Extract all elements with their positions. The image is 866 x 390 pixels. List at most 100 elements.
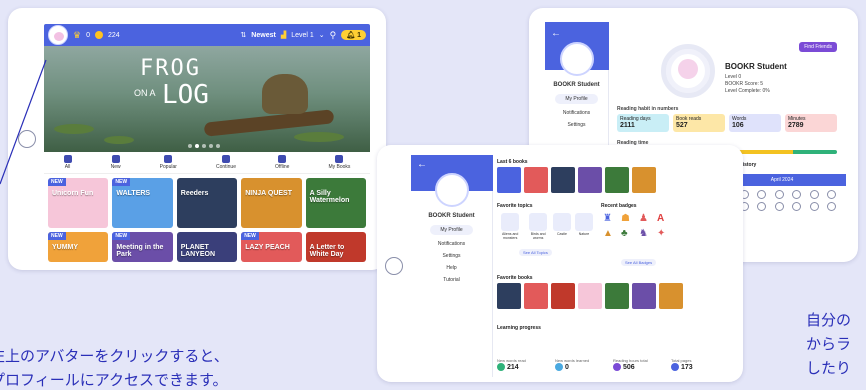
badge-icon: ♣ xyxy=(621,228,628,239)
sidebar-item-notifications[interactable]: Notifications xyxy=(438,241,465,247)
book-thumb[interactable] xyxy=(497,167,521,193)
learning-value: 173 xyxy=(681,363,693,371)
sidebar-item-profile[interactable]: My Profile xyxy=(430,225,473,235)
learning-stat: Total pages 173 xyxy=(671,358,723,371)
calendar-day[interactable] xyxy=(757,190,767,199)
topics-row: Aliens and monsters Birds and worms Castle… xyxy=(497,213,593,240)
book-thumb[interactable] xyxy=(551,167,575,193)
book-thumb[interactable] xyxy=(659,283,683,309)
tab-my-books[interactable]: My Books xyxy=(328,155,350,170)
see-all-badges-link[interactable]: See All Badges xyxy=(621,259,657,266)
avatar xyxy=(434,173,469,207)
book-thumb[interactable] xyxy=(632,283,656,309)
last-books-row xyxy=(497,167,656,193)
tab-continue[interactable]: Continue xyxy=(216,155,236,170)
book-thumb[interactable] xyxy=(497,283,521,309)
tab-all[interactable]: All xyxy=(63,155,72,170)
sidebar-item-tutorial[interactable]: Tutorial xyxy=(443,277,460,283)
sort-dropdown[interactable]: Newest xyxy=(251,32,276,39)
learning-stat: Reading hours total 506 xyxy=(613,358,665,371)
profile-front-screen: ← BOOKR Student My Profile Notifications… xyxy=(411,155,737,377)
back-arrow-icon[interactable]: ← xyxy=(551,28,561,39)
notification-bell-button[interactable]: 🔔︎ 1 xyxy=(341,30,366,40)
book-thumb[interactable] xyxy=(632,167,656,193)
tab-new[interactable]: New xyxy=(111,155,121,170)
calendar-day[interactable] xyxy=(827,202,837,211)
book-card[interactable]: PLANET LANYEON xyxy=(176,232,238,262)
caption-right-1: 自分の xyxy=(806,311,852,329)
level-dropdown[interactable]: Level 1 xyxy=(291,32,314,39)
badge-icon: ▲ xyxy=(603,228,613,239)
book-thumb[interactable] xyxy=(524,283,548,309)
book-thumb[interactable] xyxy=(551,283,575,309)
sidebar-item-profile[interactable]: My Profile xyxy=(555,94,598,104)
topic-tile[interactable]: Castle xyxy=(553,213,571,240)
new-badge: NEW xyxy=(48,232,66,240)
book-card[interactable]: NEW YUMMY xyxy=(48,232,109,262)
calendar-day[interactable] xyxy=(792,202,802,211)
sidebar-item-settings[interactable]: Settings xyxy=(442,253,460,259)
sidebar-item-help[interactable]: Help xyxy=(446,265,456,271)
book-thumb[interactable] xyxy=(578,283,602,309)
topic-icon xyxy=(501,213,520,231)
book-card[interactable]: Reeders xyxy=(176,178,238,228)
avatar-button[interactable] xyxy=(48,25,68,45)
caption-left-1: 左上のアバターをクリックすると、 xyxy=(0,347,229,365)
category-tabs: All New Popular Continue Offline My Book… xyxy=(44,152,370,174)
level-line: Level 0 xyxy=(725,74,742,80)
book-card[interactable]: A Silly Watermelon xyxy=(305,178,366,228)
calendar-day[interactable] xyxy=(827,190,837,199)
badge-icon: ♟ xyxy=(639,213,648,224)
calendar-day[interactable] xyxy=(792,190,802,199)
topic-label: Nature xyxy=(578,232,590,236)
banner-title-2: LOG xyxy=(162,80,209,110)
book-title: PLANET LANYEON xyxy=(180,244,216,258)
section-favorite-books: Favorite books xyxy=(497,275,533,281)
book-thumb[interactable] xyxy=(605,283,629,309)
sidebar-item-settings[interactable]: Settings xyxy=(567,122,585,128)
book-title: NINJA QUEST xyxy=(245,190,292,197)
tab-popular[interactable]: Popular xyxy=(160,155,177,170)
carousel-dots[interactable] xyxy=(188,144,220,148)
bell-icon xyxy=(111,155,120,163)
search-icon[interactable]: ⚲ xyxy=(330,30,337,41)
see-all-topics-link[interactable]: See All Topics xyxy=(519,249,552,256)
caption-left-2: プロフィールにアクセスできます。 xyxy=(0,371,228,389)
book-card[interactable]: NINJA QUEST xyxy=(241,178,302,228)
learning-stat: New words learned 0 xyxy=(555,358,607,371)
book-card[interactable]: NEW Unicorn Fun xyxy=(48,178,109,228)
badge-icon: ✦ xyxy=(657,228,666,239)
topic-tile[interactable]: Aliens and monsters xyxy=(497,213,523,240)
book-title: Meeting in the Park xyxy=(116,244,164,258)
person-icon xyxy=(335,155,344,163)
level-icon: ▟ xyxy=(280,32,287,39)
sidebar-item-notifications[interactable]: Notifications xyxy=(563,110,590,116)
calendar-day[interactable] xyxy=(774,202,784,211)
book-title: WALTERS xyxy=(116,190,151,197)
calendar-day[interactable] xyxy=(809,202,819,211)
book-card[interactable]: NEW LAZY PEACH xyxy=(241,232,302,262)
book-card[interactable]: A Letter to White Day xyxy=(305,232,366,262)
book-thumb[interactable] xyxy=(524,167,548,193)
book-card[interactable]: NEW Meeting in the Park xyxy=(112,232,173,262)
find-friends-button[interactable]: Find Friends xyxy=(799,42,837,52)
calendar-day[interactable] xyxy=(774,190,784,199)
back-arrow-icon[interactable]: ← xyxy=(417,159,427,170)
topic-tile[interactable]: Birds and worms xyxy=(527,213,549,240)
topic-icon xyxy=(575,213,593,231)
coin-count: 224 xyxy=(107,31,120,39)
stats-row: Reading days 2111 Book reads 527 Words 106 Min… xyxy=(617,114,837,132)
avatar xyxy=(559,42,594,76)
crown-icon: ♛ xyxy=(73,29,82,40)
featured-banner[interactable]: FROG ON A LOG xyxy=(44,46,370,152)
book-thumb[interactable] xyxy=(605,167,629,193)
tab-offline[interactable]: Offline xyxy=(275,155,289,170)
topic-tile[interactable]: Nature xyxy=(575,213,593,240)
calendar-day[interactable] xyxy=(809,190,819,199)
book-thumb[interactable] xyxy=(578,167,602,193)
tablet-home-button xyxy=(18,130,36,148)
topic-label: Castle xyxy=(557,232,567,236)
new-badge: NEW xyxy=(241,232,259,240)
book-card[interactable]: NEW WALTERS xyxy=(112,178,173,228)
calendar-day[interactable] xyxy=(757,202,767,211)
